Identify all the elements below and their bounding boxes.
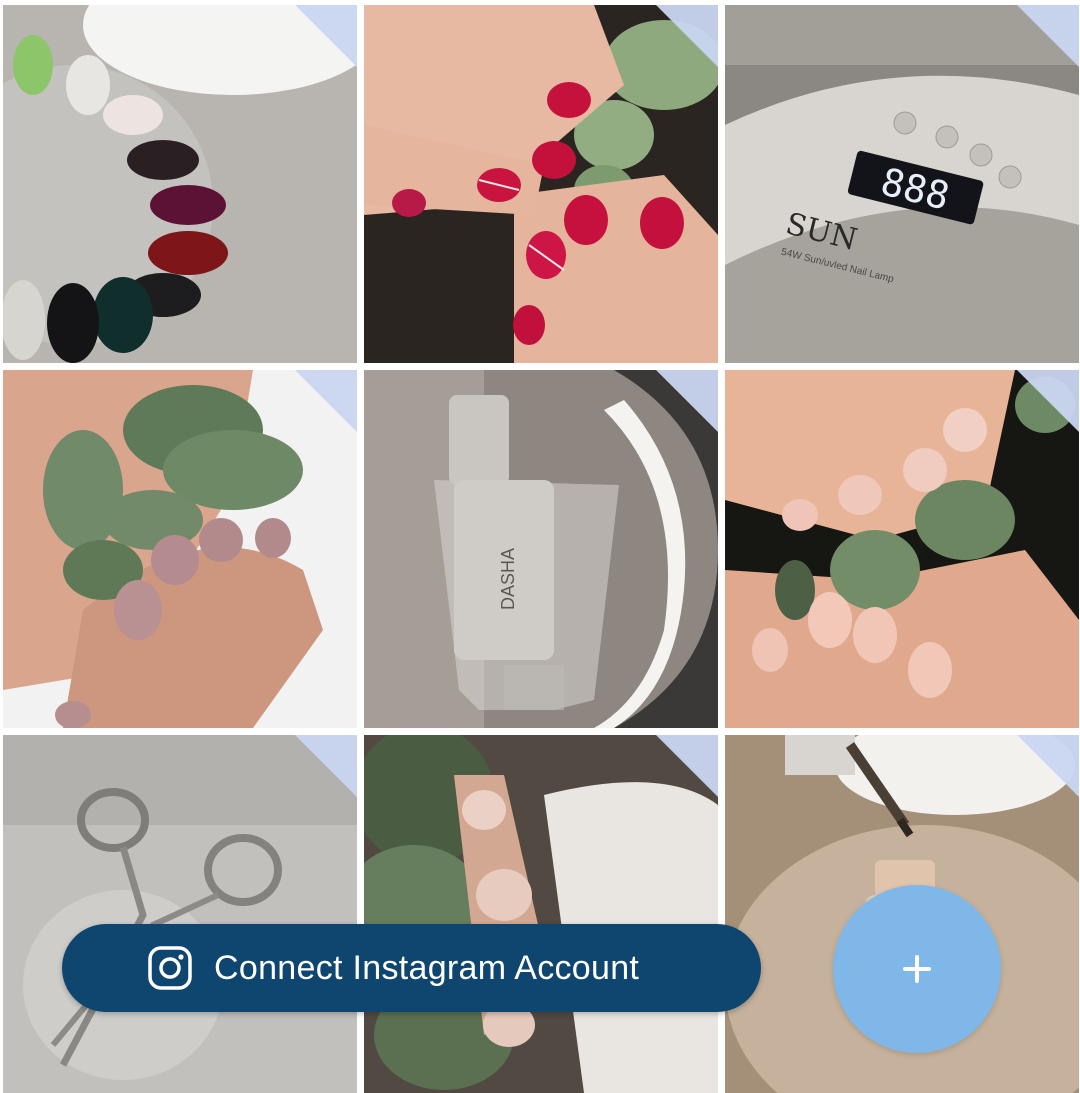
corner-marker — [295, 370, 357, 432]
corner-marker — [295, 5, 357, 67]
corner-marker — [656, 735, 718, 797]
corner-marker — [1017, 735, 1079, 797]
photo-tile[interactable] — [3, 5, 357, 363]
corner-marker — [1017, 5, 1079, 67]
corner-marker — [656, 5, 718, 67]
connect-instagram-label: Connect Instagram Account — [214, 949, 640, 987]
svg-text:DASHA: DASHA — [498, 548, 518, 610]
photo-tile[interactable]: DASHA — [364, 370, 718, 728]
connect-instagram-button[interactable]: Connect Instagram Account — [62, 924, 761, 1012]
plus-icon — [903, 955, 931, 983]
corner-marker — [656, 370, 718, 432]
photo-tile[interactable] — [364, 735, 718, 1093]
photo-tile[interactable]: 888 SUN 54W Sun/uvled Nail Lamp — [725, 5, 1079, 363]
corner-marker — [1017, 370, 1079, 432]
corner-marker — [295, 735, 357, 797]
photo-tile[interactable] — [3, 735, 357, 1093]
instagram-icon — [148, 946, 192, 990]
photo-tile[interactable] — [364, 5, 718, 363]
add-button[interactable] — [833, 885, 1001, 1053]
photo-tile[interactable] — [3, 370, 357, 728]
photo-tile[interactable] — [725, 370, 1079, 728]
